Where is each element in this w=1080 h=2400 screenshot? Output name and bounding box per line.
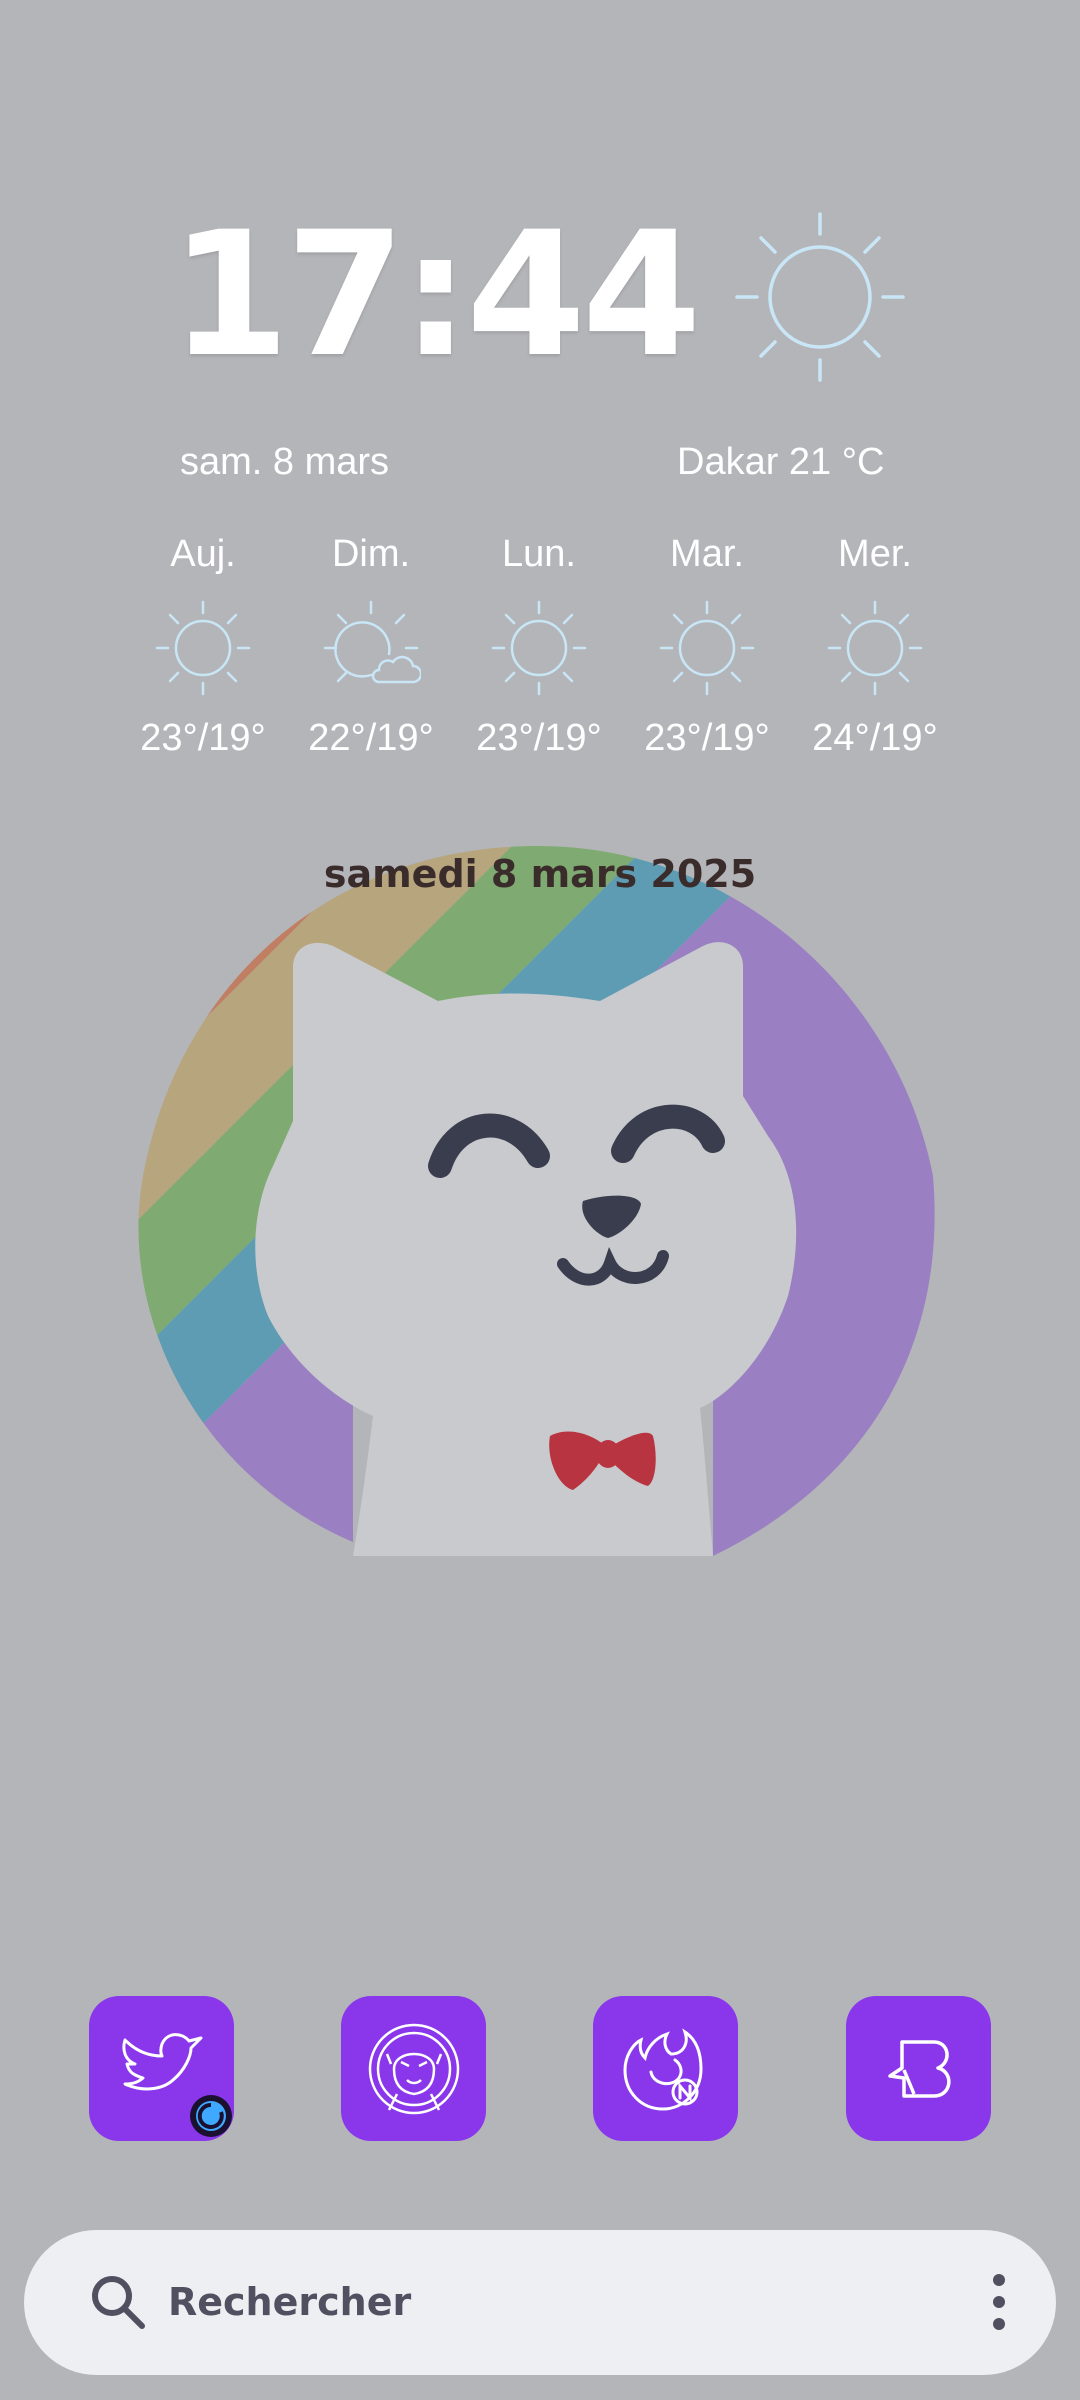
sun-icon[interactable] — [735, 212, 905, 382]
forecast-row: Auj. 23°/19° Dim. 22°/19° Lun. 23°/19° M… — [119, 530, 959, 770]
widget-date: samedi 8 mars 2025 — [323, 852, 757, 896]
forecast-temps: 24°/19° — [812, 717, 938, 759]
cat-rainbow-widget[interactable] — [138, 796, 938, 1556]
clock-time[interactable]: 17:44 — [170, 200, 702, 390]
forecast-temps: 22°/19° — [308, 717, 434, 759]
sun-icon — [659, 600, 755, 696]
forecast-temps: 23°/19° — [644, 717, 770, 759]
bluesky-app-icon[interactable] — [846, 1996, 991, 2141]
search-icon — [92, 2276, 145, 2329]
forecast-day-name: Lun. — [502, 533, 576, 575]
sun-icon — [827, 600, 923, 696]
forecast-day: Lun. 23°/19° — [455, 530, 623, 770]
badge-icon — [190, 2095, 232, 2137]
b-speech-icon — [887, 2039, 950, 2098]
search-bar[interactable]: Rechercher — [24, 2230, 1056, 2375]
character-icon — [368, 2023, 459, 2114]
forecast-temps: 23°/19° — [140, 717, 266, 759]
forecast-day: Mer. 24°/19° — [791, 530, 959, 770]
firefox-icon — [622, 2027, 703, 2111]
sun-icon — [491, 600, 587, 696]
weather-location-temp[interactable]: Dakar 21 °C — [677, 438, 884, 486]
forecast-day: Dim. 22°/19° — [287, 530, 455, 770]
forecast-day-name: Dim. — [331, 533, 411, 575]
firefox-nightly-app-icon[interactable] — [593, 1996, 738, 2141]
date-label[interactable]: sam. 8 mars — [180, 438, 389, 486]
forecast-day: Auj. 23°/19° — [119, 530, 287, 770]
twitter-app-icon[interactable] — [89, 1996, 234, 2141]
forecast-temps: 23°/19° — [476, 717, 602, 759]
search-input[interactable]: Rechercher — [168, 2274, 411, 2330]
forecast-day-name: Mar. — [670, 533, 744, 575]
more-vert-icon[interactable] — [984, 2266, 1014, 2338]
sun-cloud-icon — [323, 600, 421, 684]
anime-app-icon[interactable] — [341, 1996, 486, 2141]
sun-icon — [155, 600, 251, 696]
forecast-day-name: Auj. — [170, 533, 236, 575]
forecast-day: Mar. 23°/19° — [623, 530, 791, 770]
forecast-day-name: Mer. — [838, 533, 912, 575]
